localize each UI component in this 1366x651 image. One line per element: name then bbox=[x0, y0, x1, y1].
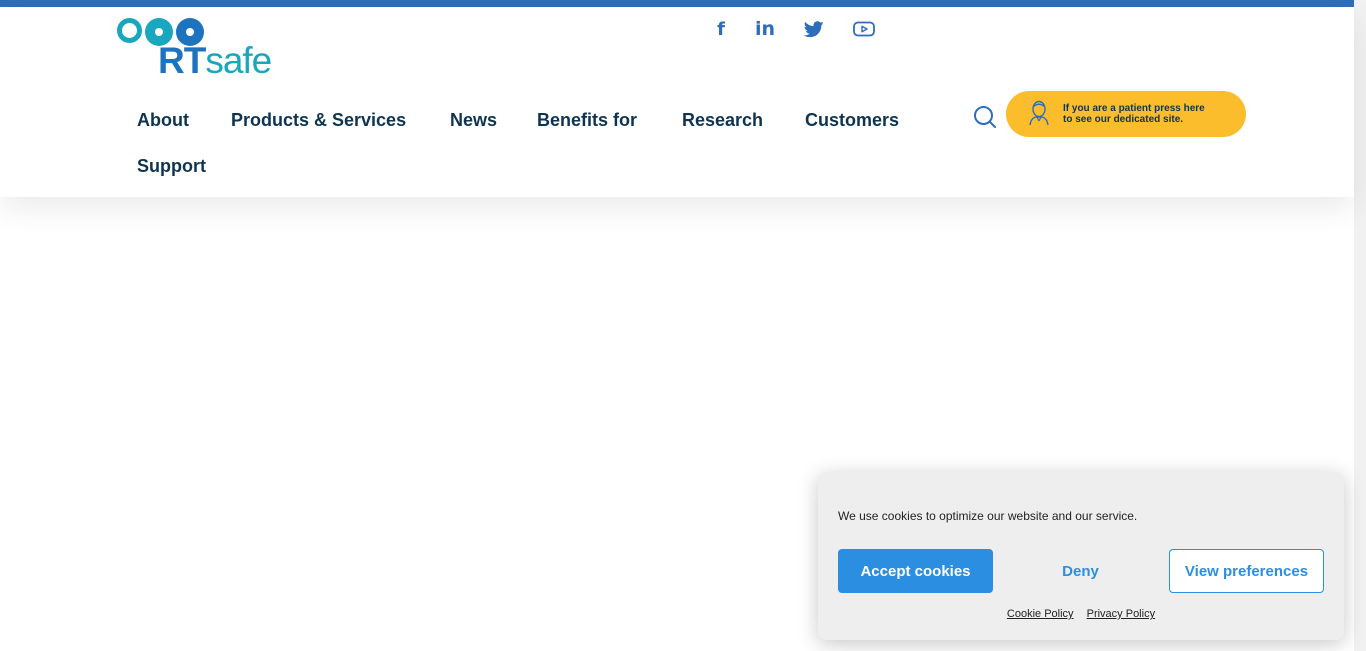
patient-site-button[interactable]: If you are a patient press here to see o… bbox=[1006, 91, 1246, 137]
search-icon[interactable] bbox=[973, 105, 997, 129]
view-preferences-button[interactable]: View preferences bbox=[1169, 549, 1324, 593]
patient-button-text: If you are a patient press here to see o… bbox=[1063, 103, 1238, 125]
rtsafe-logo[interactable]: RTsafe bbox=[116, 17, 281, 81]
patient-icon bbox=[1028, 100, 1050, 126]
logo-wordmark: RTsafe bbox=[158, 40, 272, 81]
youtube-icon[interactable] bbox=[849, 17, 879, 41]
logo-rt: RT bbox=[158, 40, 206, 81]
patient-button-line1: If you are a patient press here bbox=[1063, 103, 1205, 114]
deny-button[interactable]: Deny bbox=[1003, 549, 1158, 593]
cookie-message: We use cookies to optimize our website a… bbox=[838, 509, 1138, 523]
scrollbar-track[interactable] bbox=[1354, 0, 1366, 651]
nav-item-research[interactable]: Research bbox=[682, 110, 763, 131]
facebook-icon[interactable]: f bbox=[706, 17, 736, 41]
nav-item-support[interactable]: Support bbox=[137, 156, 206, 177]
nav-item-products-services[interactable]: Products & Services bbox=[231, 110, 406, 131]
logo-ring-icon bbox=[117, 18, 142, 43]
cookie-policy-links: Cookie Policy Privacy Policy bbox=[818, 608, 1344, 620]
nav-item-news[interactable]: News bbox=[450, 110, 497, 131]
privacy-policy-link[interactable]: Privacy Policy bbox=[1087, 608, 1155, 620]
nav-item-about[interactable]: About bbox=[137, 110, 189, 131]
nav-item-customers[interactable]: Customers bbox=[805, 110, 899, 131]
linkedin-icon[interactable]: in bbox=[750, 17, 780, 41]
site-header: RTsafe f in About Products & Services Ne… bbox=[0, 7, 1354, 197]
accept-cookies-button[interactable]: Accept cookies bbox=[838, 549, 993, 593]
twitter-icon[interactable] bbox=[799, 17, 829, 41]
patient-button-line2: to see our dedicated site. bbox=[1063, 114, 1184, 125]
cookie-consent-banner: We use cookies to optimize our website a… bbox=[818, 472, 1344, 640]
nav-item-benefits-for[interactable]: Benefits for bbox=[537, 110, 637, 131]
logo-safe: safe bbox=[205, 40, 272, 81]
top-accent-bar bbox=[0, 0, 1354, 7]
cookie-policy-link[interactable]: Cookie Policy bbox=[1007, 608, 1074, 620]
